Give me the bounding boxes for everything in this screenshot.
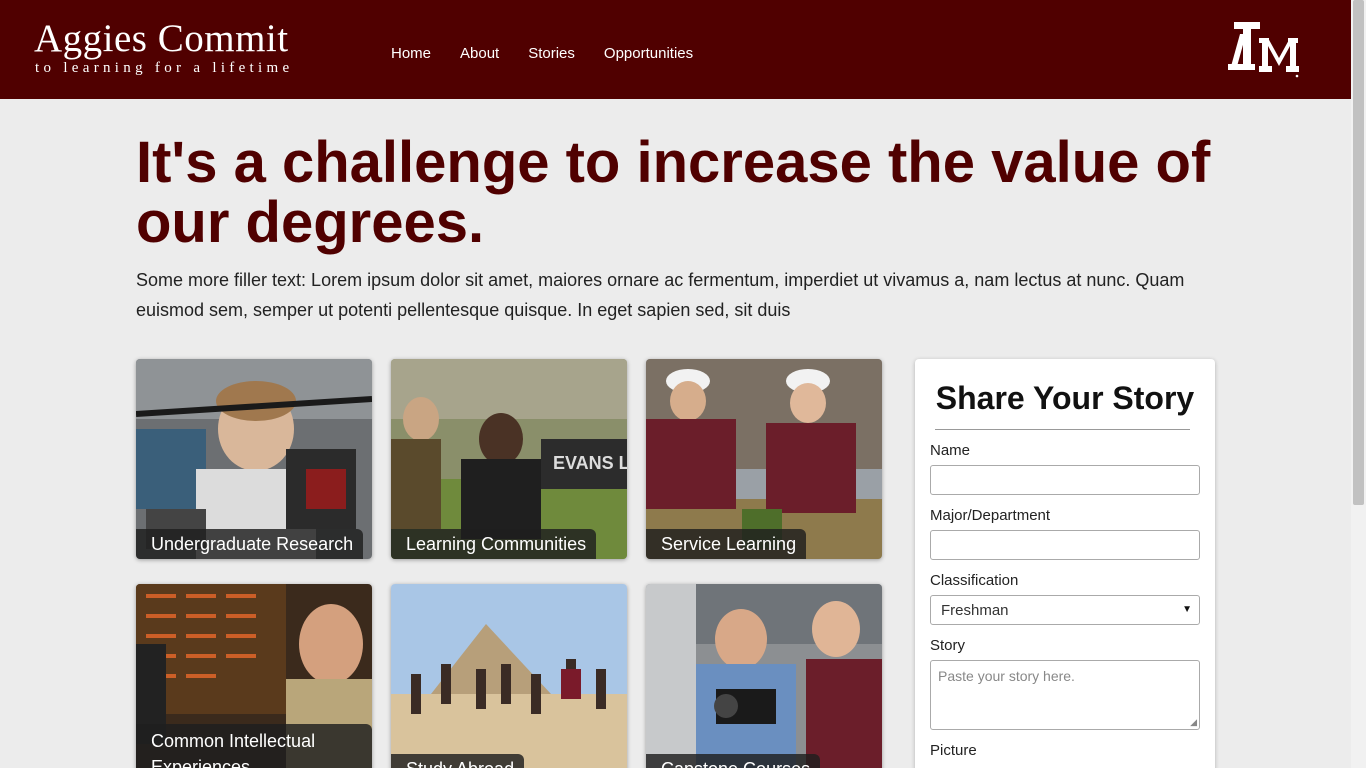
chevron-down-icon: ▼	[1182, 604, 1192, 615]
nav-home[interactable]: Home	[391, 45, 431, 62]
nav-about[interactable]: About	[460, 45, 499, 62]
name-input[interactable]	[930, 465, 1200, 495]
site-logo-tagline: to learning for a lifetime	[35, 60, 294, 76]
classification-label: Classification	[930, 572, 1019, 589]
photo-pyramid-jump-icon	[391, 584, 627, 768]
tile-label: Learning Communities	[391, 529, 597, 559]
tile-label: Capstone Courses	[646, 754, 821, 768]
classification-select[interactable]: Freshman ▼	[930, 595, 1200, 625]
site-logo-title[interactable]: Aggies Commit	[34, 16, 289, 61]
nav-stories[interactable]: Stories	[528, 45, 575, 62]
svg-text:EVANS L: EVANS L	[553, 453, 627, 473]
form-title: Share Your Story	[935, 380, 1195, 416]
tile-study-abroad[interactable]: Study Abroad	[391, 584, 627, 768]
tile-service-learning[interactable]: Service Learning	[646, 359, 882, 559]
share-story-panel: Share Your Story Name Major/Department C…	[915, 359, 1215, 768]
tile-common-intellectual-experiences[interactable]: Common Intellectual Experiences	[136, 584, 372, 768]
site-header: Aggies Commit to learning for a lifetime…	[0, 0, 1351, 99]
story-placeholder: Paste your story here.	[938, 668, 1075, 684]
form-divider	[935, 429, 1190, 430]
tile-label: Study Abroad	[391, 754, 525, 768]
tile-label: Common Intellectual Experiences	[136, 724, 372, 768]
scrollbar-thumb[interactable]	[1353, 0, 1364, 505]
story-label: Story	[930, 637, 966, 654]
lead-paragraph: Some more filler text: Lorem ipsum dolor…	[136, 270, 1185, 320]
classification-value: Freshman	[941, 602, 1009, 619]
story-textarea[interactable]: Paste your story here. ◢	[930, 660, 1200, 730]
tile-label: Service Learning	[646, 529, 807, 559]
major-label: Major/Department	[930, 507, 1051, 524]
tile-undergraduate-research[interactable]: Undergraduate Research	[136, 359, 372, 559]
tamu-logo-icon[interactable]	[1228, 20, 1300, 78]
tile-learning-communities[interactable]: EVANS L Learning Communities	[391, 359, 627, 559]
tile-capstone-courses[interactable]: Capstone Courses	[646, 584, 882, 768]
tile-label: Undergraduate Research	[136, 529, 364, 559]
name-label: Name	[930, 442, 971, 459]
nav-opportunities[interactable]: Opportunities	[604, 45, 693, 62]
resize-grip-icon[interactable]: ◢	[1190, 717, 1197, 728]
picture-label: Picture	[930, 742, 977, 759]
major-input[interactable]	[930, 530, 1200, 560]
main-nav: Home About Stories Opportunities	[391, 45, 722, 62]
photo-lab-camera-icon	[646, 584, 882, 768]
page-headline: It's a challenge to increase the value o…	[136, 130, 1211, 255]
